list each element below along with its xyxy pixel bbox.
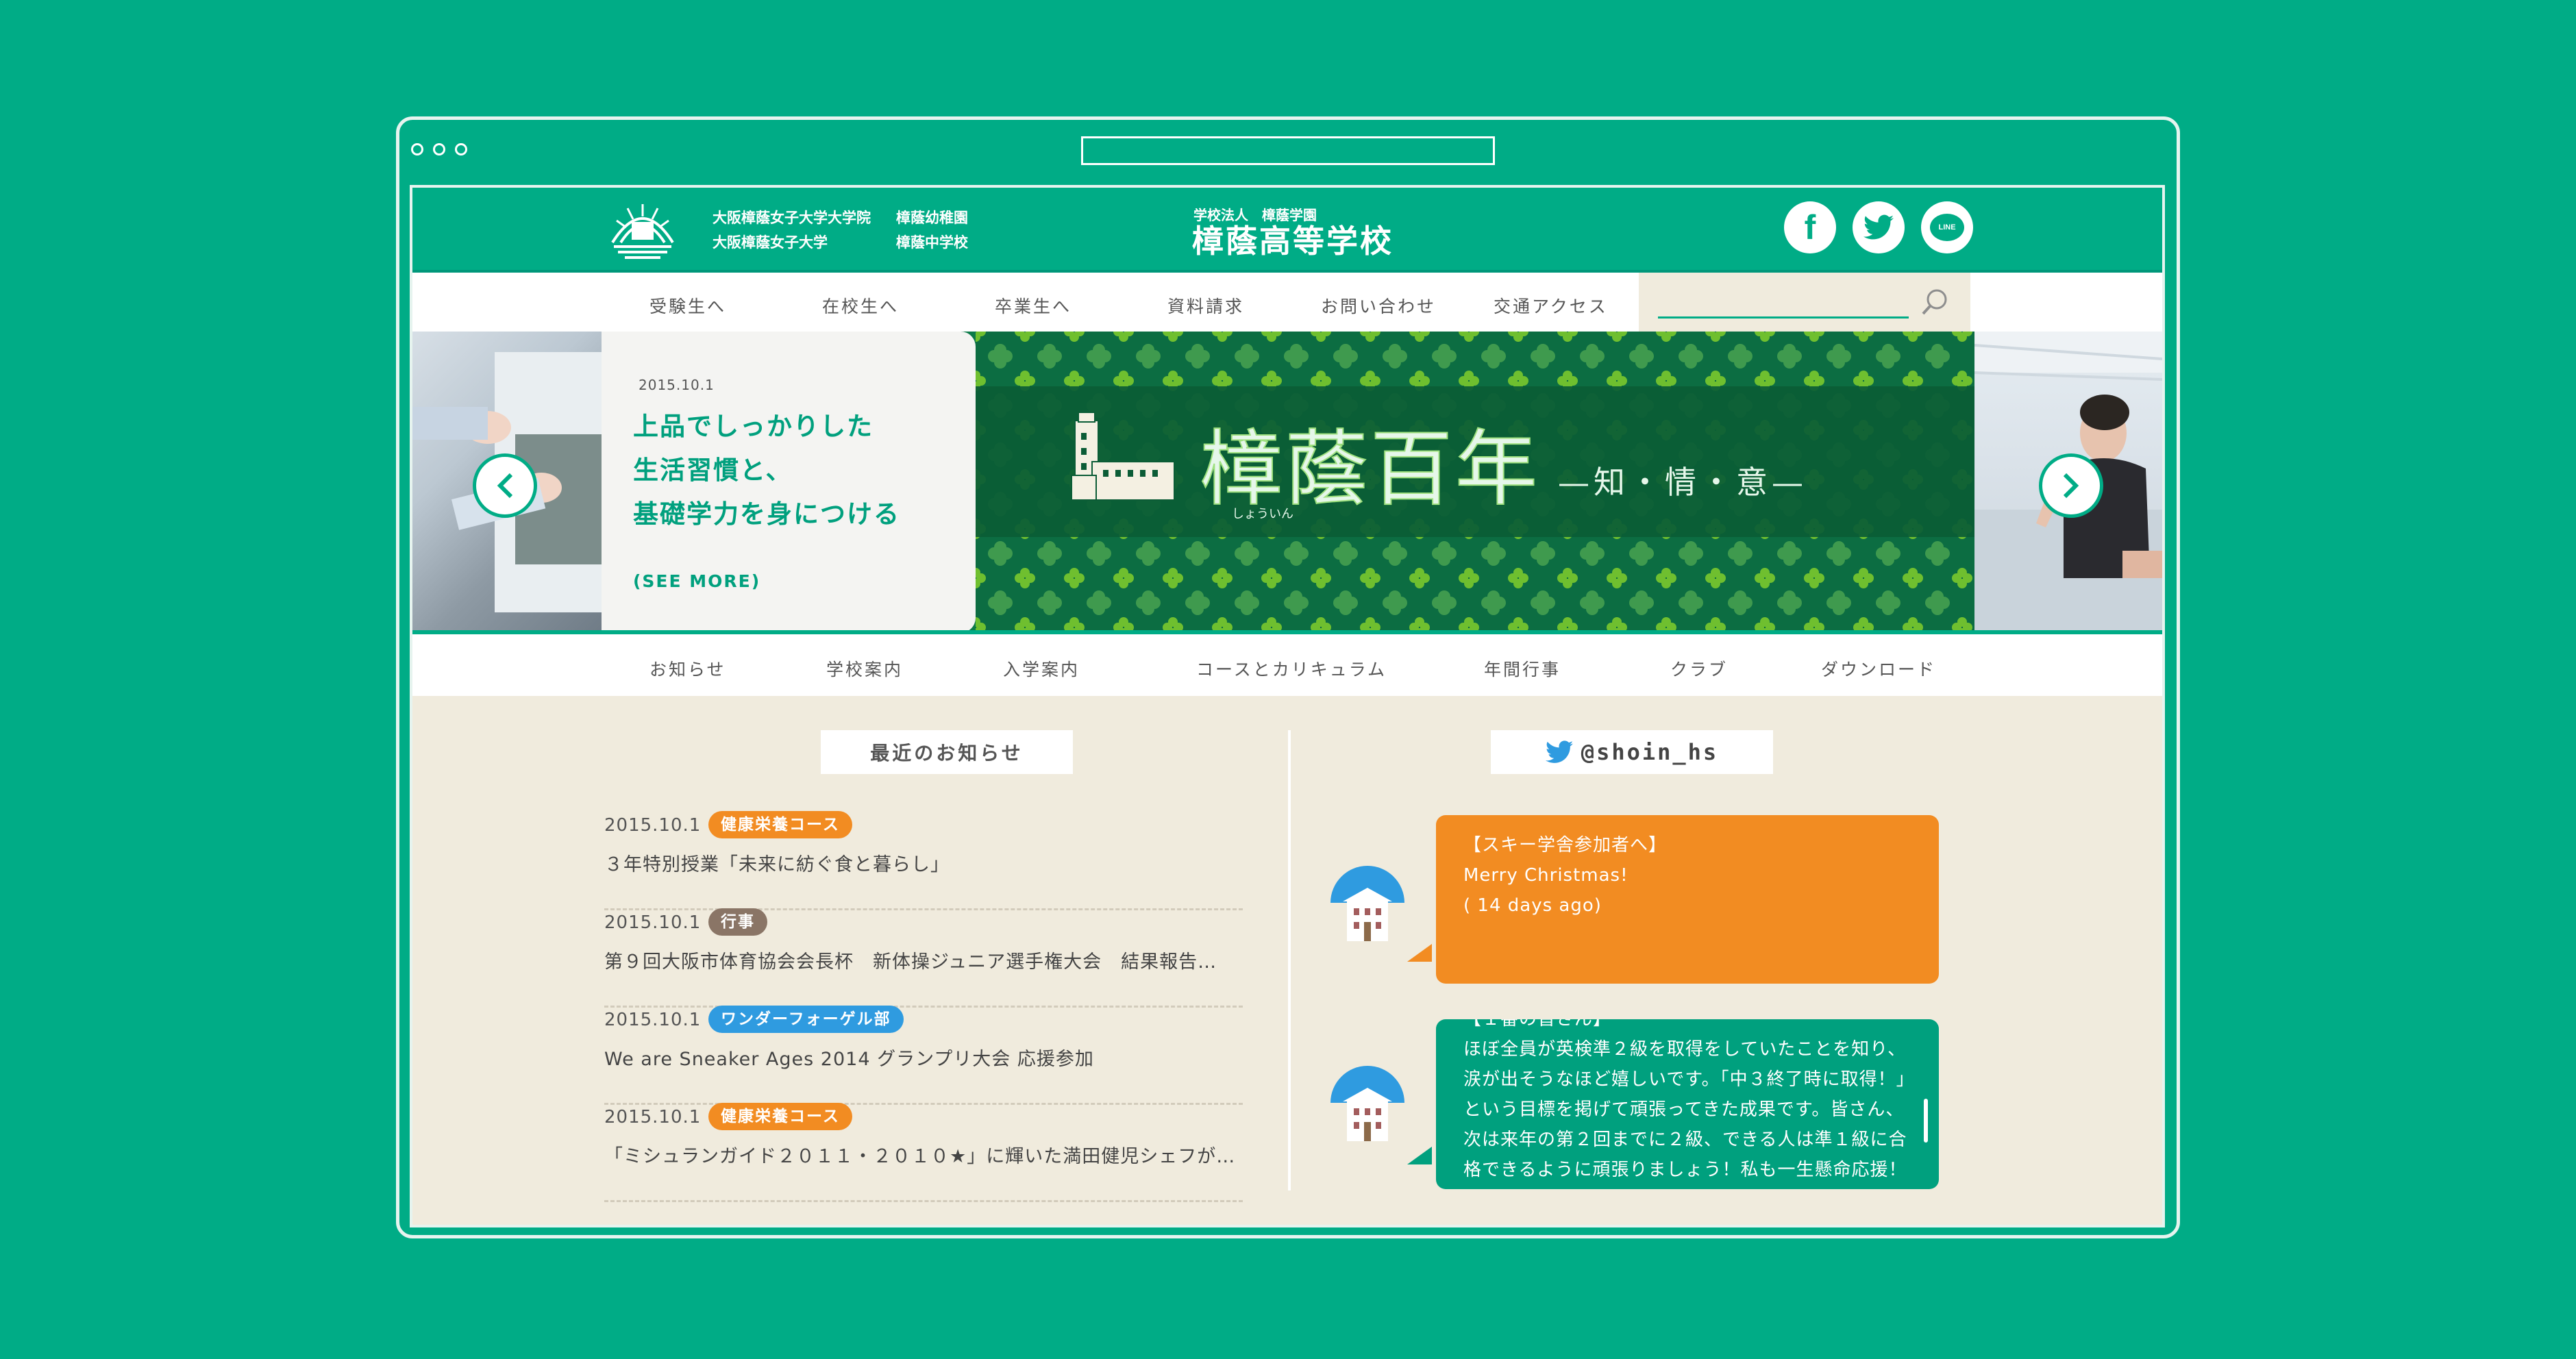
tweet-line: 涙が出そうなほど嬉しいです。「中３終了時に取得！」	[1463, 1069, 1915, 1090]
news-date: 2015.10.1	[604, 1107, 702, 1127]
tweet-line: 格できるように頑張りましょう！私も一生懸命応援！	[1463, 1160, 1907, 1180]
twitter-handle: @shoin_hs	[1581, 739, 1719, 765]
banner-subtitle: —知・情・意—	[1558, 464, 1807, 501]
nav-item-news[interactable]: お知らせ	[649, 656, 726, 681]
main-nav: 受験生へ 在校生へ 卒業生へ 資料請求 お問い合わせ 交通アクセス	[412, 273, 2162, 332]
news-category-badge[interactable]: 行事	[708, 908, 767, 936]
window-dot[interactable]	[411, 143, 423, 155]
link-grad-school[interactable]: 大阪樟蔭女子大学大学院	[713, 205, 871, 230]
school-avatar-icon	[1328, 1064, 1407, 1144]
hero-title-line-2: 生活習慣と、	[633, 456, 793, 485]
hero-news-card[interactable]: 2015.10.1 上品でしっかりした 生活習慣と、 基礎学力を身につける (S…	[602, 332, 976, 633]
nav-item-access[interactable]: 交通アクセス	[1494, 293, 1608, 318]
nav-item-download[interactable]: ダウンロード	[1821, 656, 1936, 681]
tweet-line: 【１番の皆さん】	[1463, 1019, 1612, 1030]
link-university[interactable]: 大阪樟蔭女子大学	[713, 230, 871, 255]
banner-title: 樟蔭百年	[1200, 422, 1540, 517]
line-icon-label: LINE	[1938, 223, 1956, 232]
line-icon: LINE	[1930, 214, 1964, 241]
twitter-bird-icon	[1545, 740, 1573, 763]
news-title[interactable]: 第９回大阪市体育協会会長杯 新体操ジュニア選手権大会 結果報告…	[604, 947, 1243, 973]
news-date: 2015.10.1	[604, 815, 702, 836]
news-item[interactable]: 2015.10.1 健康栄養コース 「ミシュランガイド２０１１・２０１０★」に輝…	[604, 1103, 1243, 1202]
bubble-tail	[1407, 944, 1432, 962]
news-category-badge[interactable]: 健康栄養コース	[708, 1103, 852, 1130]
nav-item-admission[interactable]: 入学案内	[1003, 656, 1080, 681]
news-date: 2015.10.1	[604, 1010, 702, 1030]
address-bar[interactable]	[1081, 136, 1495, 165]
news-item[interactable]: 2015.10.1 行事 第９回大阪市体育協会会長杯 新体操ジュニア選手権大会 …	[604, 908, 1243, 1008]
tweet-scrollbar[interactable]	[1924, 1099, 1928, 1143]
news-date: 2015.10.1	[604, 912, 702, 933]
nav-item-clubs[interactable]: クラブ	[1670, 656, 1728, 681]
hero-date: 2015.10.1	[639, 377, 715, 393]
chevron-left-icon	[497, 473, 513, 499]
window-controls	[411, 143, 467, 155]
group-links-left: 大阪樟蔭女子大学大学院 大阪樟蔭女子大学	[713, 205, 871, 255]
news-item[interactable]: 2015.10.1 ワンダーフォーゲル部 We are Sneaker Ages…	[604, 1006, 1243, 1105]
tweet-line: 次は来年の第２回までに２級、できる人は準１級に合	[1463, 1130, 1907, 1150]
group-links-right: 樟蔭幼稚園 樟蔭中学校	[896, 205, 968, 255]
news-title[interactable]: 「ミシュランガイド２０１１・２０１０★」に輝いた満田健児シェフが実習…	[604, 1141, 1243, 1168]
school-logo-title[interactable]: 樟蔭高等学校	[1192, 216, 1394, 262]
slider-next-button[interactable]	[2039, 453, 2103, 518]
news-category-badge[interactable]: 健康栄養コース	[708, 811, 852, 838]
website-page: 大阪樟蔭女子大学大学院 大阪樟蔭女子大学 樟蔭幼稚園 樟蔭中学校 学校法人 樟蔭…	[410, 185, 2165, 1227]
twitter-heading[interactable]: @shoin_hs	[1491, 730, 1773, 774]
tweet-line: という目標を掲げて頑張ってきた成果です。皆さん、	[1463, 1099, 1905, 1120]
link-kindergarten[interactable]: 樟蔭幼稚園	[896, 205, 968, 230]
facebook-icon: f	[1804, 208, 1816, 247]
tweet-line: 【スキー学舎参加者へ】	[1463, 835, 1668, 856]
news-title[interactable]: We are Sneaker Ages 2014 グランプリ大会 応援参加	[604, 1044, 1243, 1071]
see-more-link[interactable]: (SEE MORE)	[633, 571, 760, 591]
news-title[interactable]: ３年特別授業「未来に紡ぐ食と暮らし」	[604, 849, 1243, 876]
tweet-line: ほぼ全員が英検準２級を取得をしていたことを知り、	[1463, 1039, 1907, 1060]
school-avatar-icon	[1328, 864, 1407, 944]
twitter-bird-icon	[1863, 214, 1894, 240]
window-dot[interactable]	[433, 143, 445, 155]
tweet-line: ( 14 days ago)	[1463, 895, 1602, 916]
news-item[interactable]: 2015.10.1 健康栄養コース ３年特別授業「未来に紡ぐ食と暮らし」	[604, 811, 1243, 910]
news-heading: 最近のお知らせ	[821, 730, 1073, 774]
line-button[interactable]: LINE	[1921, 201, 1973, 253]
nav-item-events[interactable]: 年間行事	[1484, 656, 1561, 681]
nav-item-about[interactable]: 学校案内	[826, 656, 903, 681]
banner-ruby: しょういん	[1232, 507, 1293, 521]
nav-item-contact[interactable]: お問い合わせ	[1321, 293, 1436, 318]
nav-item-applicants[interactable]: 受験生へ	[649, 293, 726, 318]
tweet-bubble[interactable]: 【スキー学舎参加者へ】 Merry Christmas! ( 14 days a…	[1436, 815, 1939, 984]
tweet-line: Merry Christmas!	[1463, 865, 1628, 886]
facebook-button[interactable]: f	[1784, 201, 1836, 253]
chevron-right-icon	[2063, 473, 2079, 499]
nav-item-alumni[interactable]: 卒業生へ	[995, 293, 1072, 318]
search-box	[1639, 273, 1970, 332]
tweet-bubble[interactable]: 【１番の皆さん】 ほぼ全員が英検準２級を取得をしていたことを知り、 涙が出そうな…	[1436, 1019, 1939, 1189]
centennial-banner[interactable]: 樟蔭百年 しょういん —知・情・意—	[976, 332, 1974, 633]
hero-title-line-3: 基礎学力を身につける	[633, 499, 900, 529]
bubble-tail	[1407, 1147, 1432, 1164]
nav-item-request[interactable]: 資料請求	[1167, 293, 1244, 318]
window-dot[interactable]	[455, 143, 467, 155]
column-divider	[1288, 730, 1291, 1190]
news-category-badge[interactable]: ワンダーフォーゲル部	[708, 1006, 904, 1033]
search-icon[interactable]	[1920, 286, 1951, 318]
search-input[interactable]	[1658, 289, 1909, 319]
hero-title-line-1: 上品でしっかりした	[633, 412, 874, 441]
nav-item-curriculum[interactable]: コースとカリキュラム	[1196, 656, 1387, 681]
school-crest-icon	[611, 204, 674, 259]
slider-prev-button[interactable]	[473, 453, 537, 518]
link-junior-high[interactable]: 樟蔭中学校	[896, 230, 968, 255]
twitter-button[interactable]	[1853, 201, 1905, 253]
sub-nav: お知らせ 学校案内 入学案内 コースとカリキュラム 年間行事 クラブ ダウンロー…	[412, 634, 2162, 696]
nav-item-students[interactable]: 在校生へ	[822, 293, 899, 318]
